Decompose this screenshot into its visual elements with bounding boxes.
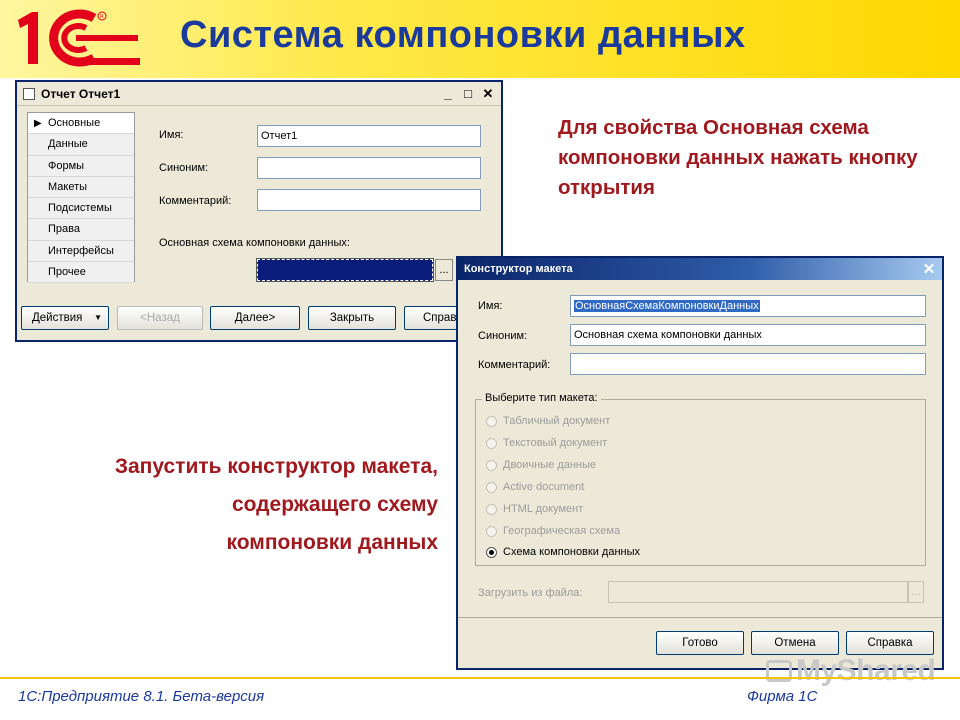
comment-field[interactable] xyxy=(257,189,481,211)
close-button[interactable]: Закрыть xyxy=(308,306,396,330)
radio-icon xyxy=(486,415,497,427)
next-button[interactable]: Далее> xyxy=(210,306,300,330)
radio-icon xyxy=(486,437,497,449)
slide-title: Система компоновки данных xyxy=(180,14,746,56)
nav-item-other[interactable]: Прочее xyxy=(28,262,134,284)
name-field[interactable]: Отчет1 xyxy=(257,125,481,147)
report-nav-list: ▶ Основные Данные Формы Макеты Подсистемы… xyxy=(27,112,135,284)
cancel-button[interactable]: Отмена xyxy=(751,631,839,655)
radio-spreadsheet[interactable]: Табличный документ xyxy=(486,415,610,427)
close-icon[interactable]: ✕ xyxy=(922,260,936,278)
template-constructor-window: Конструктор макета ✕ Имя: ОсновнаяСхемаК… xyxy=(456,256,944,670)
report-window-title: Отчет Отчет1 xyxy=(41,86,121,101)
radio-text-document[interactable]: Текстовый документ xyxy=(486,437,607,449)
constructor-titlebar[interactable]: Конструктор макета ✕ xyxy=(458,258,942,280)
report-window: Отчет Отчет1 _ □ ✕ ▶ Основные Данные Форм… xyxy=(15,80,503,342)
open-schema-button[interactable]: ... xyxy=(435,259,453,281)
radio-data-composition-schema[interactable]: Схема компоновки данных xyxy=(486,546,640,558)
report-icon xyxy=(23,87,35,100)
radio-icon xyxy=(486,481,497,493)
note-line-1: Запустить конструктор макета, xyxy=(114,455,438,478)
report-window-titlebar[interactable]: Отчет Отчет1 _ □ ✕ xyxy=(17,82,501,106)
note-line-2: содержащего схему xyxy=(231,493,438,516)
radio-selected-icon xyxy=(486,546,497,558)
radio-icon xyxy=(486,459,497,471)
nav-item-subsystems[interactable]: Подсистемы xyxy=(28,198,134,220)
constructor-comment-label: Комментарий: xyxy=(478,359,551,371)
nav-item-main[interactable]: ▶ Основные xyxy=(28,113,134,135)
radio-active-document[interactable]: Active document xyxy=(486,481,584,493)
done-button[interactable]: Готово xyxy=(656,631,744,655)
load-from-file-label: Загрузить из файла: xyxy=(478,587,583,599)
svg-text:R: R xyxy=(100,14,104,20)
synonym-label: Синоним: xyxy=(159,162,209,174)
note-open-button: Для свойства Основная схема компоновки д… xyxy=(558,116,918,199)
nav-item-forms[interactable]: Формы xyxy=(28,155,134,177)
load-from-file-field[interactable] xyxy=(608,581,908,603)
selected-name-text: ОсновнаяСхемаКомпоновкиДанных xyxy=(574,300,760,312)
comment-label: Комментарий: xyxy=(159,195,232,207)
constructor-help-button[interactable]: Справка xyxy=(846,631,934,655)
synonym-field[interactable] xyxy=(257,157,481,179)
constructor-comment-field[interactable] xyxy=(570,353,926,375)
constructor-title: Конструктор макета xyxy=(464,263,573,275)
close-icon[interactable]: ✕ xyxy=(481,86,495,102)
radio-binary-data[interactable]: Двоичные данные xyxy=(486,459,596,471)
nav-item-rights[interactable]: Права xyxy=(28,219,134,241)
arrow-right-icon: ▶ xyxy=(34,118,42,129)
template-type-group: Выберите тип макета: Табличный документ … xyxy=(475,392,926,566)
constructor-name-label: Имя: xyxy=(478,300,503,312)
radio-html-document[interactable]: HTML документ xyxy=(486,503,583,515)
back-button[interactable]: <Назад xyxy=(117,306,203,330)
template-type-group-title: Выберите тип макета: xyxy=(482,392,601,404)
watermark: MyShared xyxy=(766,654,936,688)
minimize-icon[interactable]: _ xyxy=(441,86,455,102)
note-line-3: компоновки данных xyxy=(226,531,439,554)
name-label: Имя: xyxy=(159,129,184,141)
main-schema-field[interactable] xyxy=(256,258,434,282)
maximize-icon[interactable]: □ xyxy=(461,86,475,102)
footer-company: Фирма 1С xyxy=(747,688,818,705)
constructor-synonym-field[interactable]: Основная схема компоновки данных xyxy=(570,324,926,346)
1c-logo: R xyxy=(18,9,140,67)
slide-header: R Система компоновки данных xyxy=(0,0,960,78)
footer-product: 1С:Предприятие 8.1. Бета-версия xyxy=(18,688,265,705)
constructor-synonym-label: Синоним: xyxy=(478,330,528,342)
nav-item-data[interactable]: Данные xyxy=(28,134,134,156)
dropdown-arrow-icon: ▼ xyxy=(94,313,102,322)
actions-button[interactable]: Действия ▼ xyxy=(21,306,109,330)
radio-icon xyxy=(486,525,497,537)
main-schema-label: Основная схема компоновки данных: xyxy=(159,237,350,249)
radio-icon xyxy=(486,503,497,515)
constructor-name-field[interactable]: ОсновнаяСхемаКомпоновкиДанных xyxy=(570,295,926,317)
nav-item-interfaces[interactable]: Интерфейсы xyxy=(28,240,134,263)
nav-item-templates[interactable]: Макеты xyxy=(28,176,134,199)
radio-geo-schema[interactable]: Географическая схема xyxy=(486,525,620,537)
footer-divider xyxy=(0,677,960,679)
note-run-constructor: Запустить конструктор макета, содержащег… xyxy=(18,448,438,562)
constructor-separator xyxy=(458,617,942,618)
browse-file-button[interactable]: ... xyxy=(908,581,924,603)
